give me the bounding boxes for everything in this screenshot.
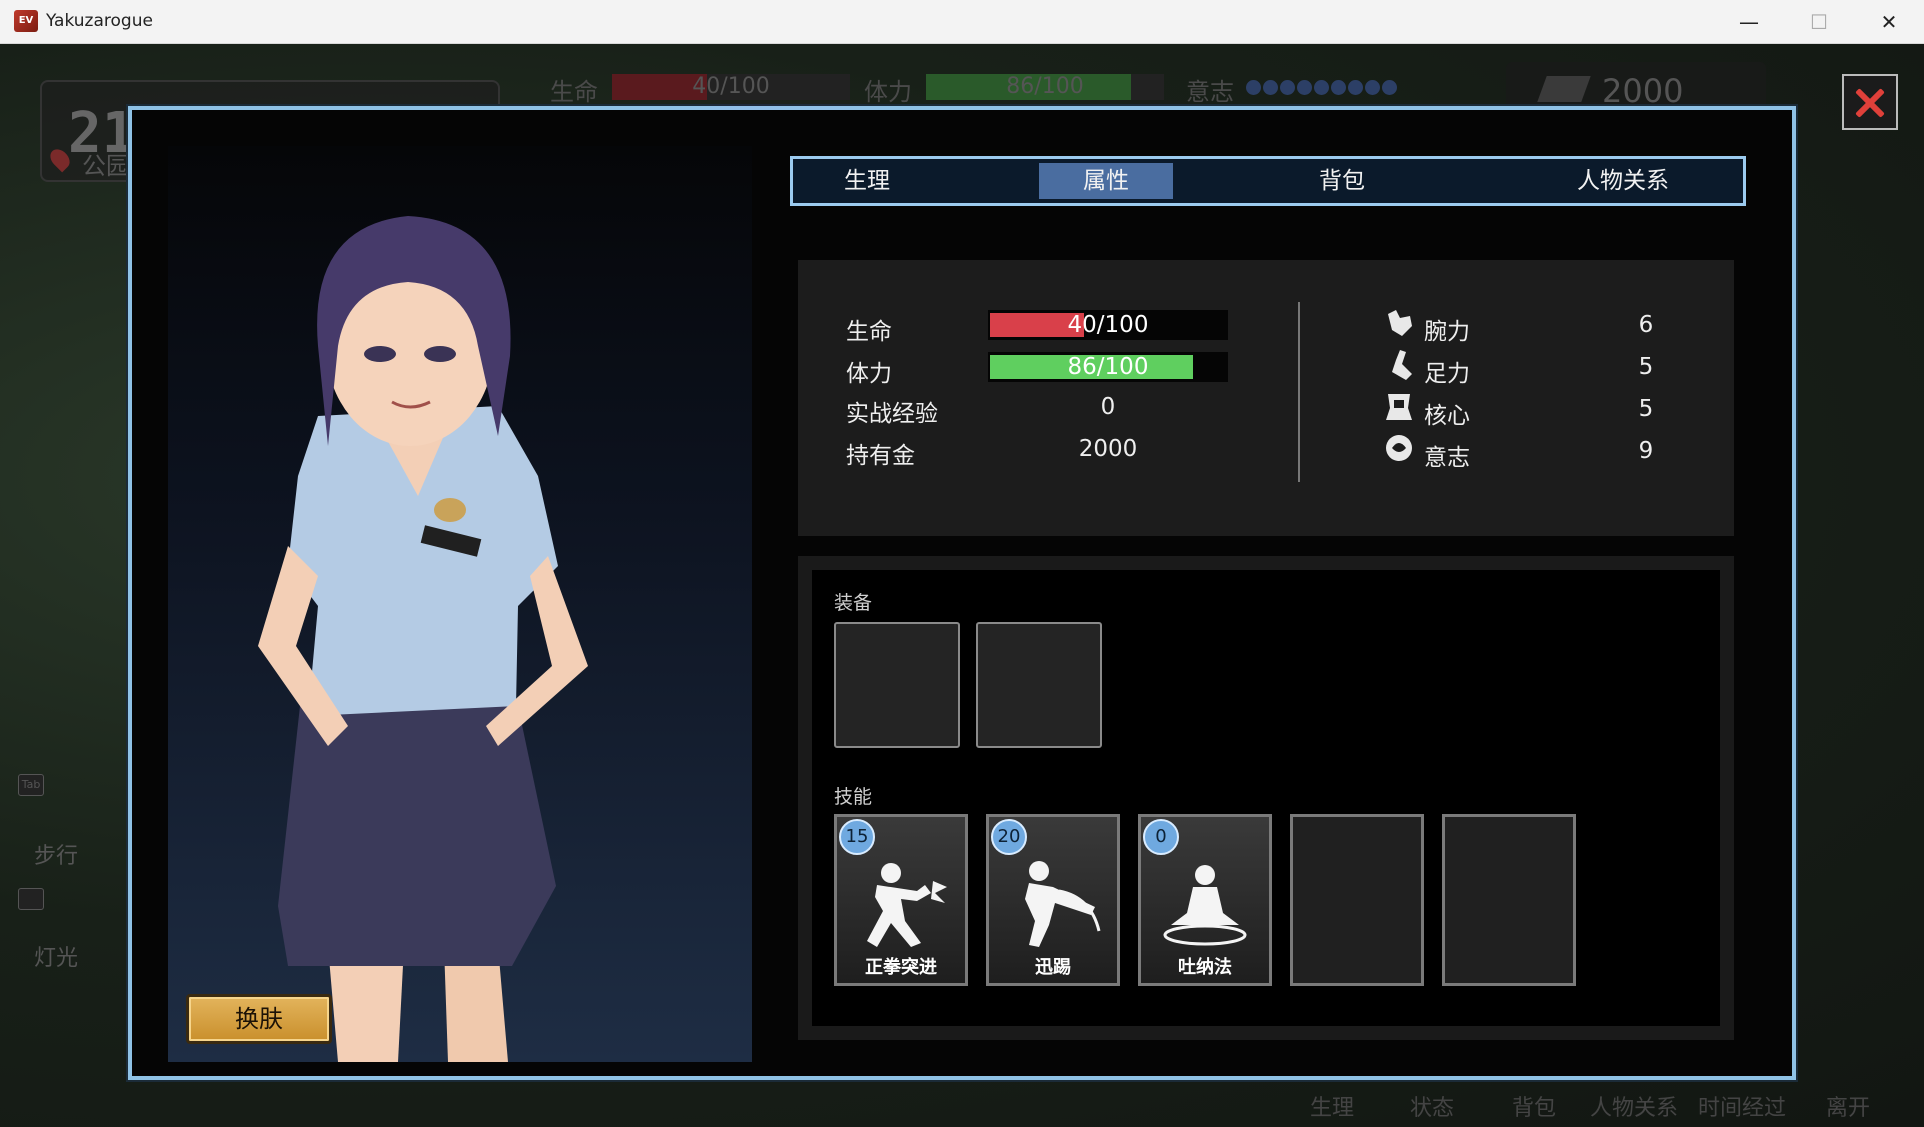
skill-cost-badge: 0 bbox=[1143, 819, 1179, 855]
equipment-label: 装备 bbox=[834, 592, 873, 614]
portrait-eye-left bbox=[364, 346, 396, 362]
equipment-skills-inner: 装备 技能 15 正拳突进 20 迅踢 0 吐纳法 bbox=[812, 570, 1720, 1026]
change-skin-button[interactable]: 换肤 bbox=[186, 994, 332, 1044]
skill-slot-empty-4[interactable] bbox=[1290, 814, 1424, 986]
equipment-skills-panel: 装备 技能 15 正拳突进 20 迅踢 0 吐纳法 bbox=[798, 556, 1734, 1040]
stamina-bar: 86/100 bbox=[988, 352, 1228, 382]
tab-bag[interactable]: 背包 bbox=[1267, 163, 1417, 199]
bottom-menu-time-pass[interactable]: 时间经过 bbox=[1698, 1090, 1786, 1122]
core-value: 5 bbox=[1638, 396, 1654, 422]
walk-button[interactable]: 步行 bbox=[34, 838, 78, 870]
hud-life-value: 40/100 bbox=[692, 74, 770, 99]
portrait-eye-right bbox=[424, 346, 456, 362]
arm-strength-label: 腕力 bbox=[1424, 319, 1470, 345]
skill-name: 迅踢 bbox=[1035, 957, 1071, 978]
bottom-menu-physiology[interactable]: 生理 bbox=[1310, 1090, 1354, 1122]
window-close-button[interactable]: ✕ bbox=[1854, 0, 1924, 44]
skills-label: 技能 bbox=[834, 786, 873, 808]
will-dot bbox=[1365, 80, 1380, 95]
skill-cost-badge: 15 bbox=[839, 819, 875, 855]
stats-divider bbox=[1298, 302, 1300, 482]
willpower-label: 意志 bbox=[1424, 445, 1470, 471]
portrait-skirt bbox=[278, 706, 556, 966]
stats-panel: 生命 40/100 体力 86/100 实战经验 0 持有金 2000 腕力 6… bbox=[798, 260, 1734, 536]
skill-cost-badge: 20 bbox=[991, 819, 1027, 855]
character-portrait bbox=[258, 216, 588, 1062]
combat-exp-label: 实战经验 bbox=[846, 401, 938, 427]
skill-slot-punch-dash[interactable]: 15 正拳突进 bbox=[834, 814, 968, 986]
combat-exp-value: 0 bbox=[1100, 394, 1116, 420]
arm-strength-value: 6 bbox=[1638, 312, 1654, 338]
will-dot bbox=[1314, 80, 1329, 95]
willpower-icon bbox=[1386, 435, 1412, 461]
arm-strength-icon bbox=[1388, 310, 1412, 336]
tab-relationships[interactable]: 人物关系 bbox=[1533, 163, 1713, 199]
will-dot bbox=[1297, 80, 1312, 95]
skill-slot-breathing[interactable]: 0 吐纳法 bbox=[1138, 814, 1272, 986]
will-dot bbox=[1331, 80, 1346, 95]
cash-icon bbox=[1537, 76, 1591, 102]
money-label: 持有金 bbox=[846, 443, 915, 469]
life-bar: 40/100 bbox=[988, 310, 1228, 340]
leg-strength-label: 足力 bbox=[1424, 361, 1470, 387]
character-panel: 换肤 生理 属性 背包 人物关系 生命 40/100 体力 86/100 实战经… bbox=[128, 106, 1796, 1080]
portrait-badge bbox=[434, 498, 466, 522]
skill-slot-empty-5[interactable] bbox=[1442, 814, 1576, 986]
panel-tab-bar: 生理 属性 背包 人物关系 bbox=[790, 156, 1746, 206]
tab-attributes[interactable]: 属性 bbox=[1039, 163, 1173, 199]
will-dot bbox=[1280, 80, 1295, 95]
bottom-menu-bag[interactable]: 背包 bbox=[1512, 1090, 1556, 1122]
quick-kick-icon bbox=[1025, 861, 1101, 947]
will-dot bbox=[1246, 80, 1261, 95]
bottom-menu-relations[interactable]: 人物关系 bbox=[1590, 1090, 1678, 1122]
minimize-button[interactable]: — bbox=[1714, 0, 1784, 44]
hud-will-dots bbox=[1246, 80, 1399, 99]
skill-name: 吐纳法 bbox=[1178, 957, 1232, 978]
stamina-value: 86/100 bbox=[1067, 354, 1149, 380]
close-panel-button[interactable] bbox=[1842, 74, 1898, 130]
hud-life-label: 生命 bbox=[550, 78, 598, 106]
will-dot bbox=[1263, 80, 1278, 95]
stamina-label: 体力 bbox=[846, 361, 892, 387]
equipment-slot-2[interactable] bbox=[976, 622, 1102, 748]
window-title: Yakuzarogue bbox=[46, 11, 153, 31]
app-icon: EV bbox=[14, 10, 38, 32]
breathing-icon bbox=[1163, 865, 1247, 946]
hud-location: 公园 bbox=[82, 152, 130, 180]
tab-physiology[interactable]: 生理 bbox=[797, 163, 937, 199]
equipment-slot-1[interactable] bbox=[834, 622, 960, 748]
willpower-value: 9 bbox=[1638, 438, 1654, 464]
leg-strength-value: 5 bbox=[1638, 354, 1654, 380]
money-value: 2000 bbox=[1078, 436, 1138, 462]
light-key-hint bbox=[18, 888, 44, 910]
punch-dash-icon bbox=[867, 863, 947, 947]
bottom-menu-status[interactable]: 状态 bbox=[1410, 1090, 1454, 1122]
hud-life-bar: 40/100 bbox=[612, 74, 850, 100]
core-icon bbox=[1386, 394, 1412, 420]
window-titlebar: EV Yakuzarogue — ☐ ✕ bbox=[0, 0, 1924, 44]
hud-money-value: 2000 bbox=[1602, 72, 1684, 110]
hud-stamina-bar: 86/100 bbox=[926, 74, 1164, 100]
tab-key-hint: Tab bbox=[18, 774, 44, 796]
hud-stamina-label: 体力 bbox=[864, 78, 912, 106]
core-label: 核心 bbox=[1424, 403, 1470, 429]
maximize-button[interactable]: ☐ bbox=[1784, 0, 1854, 44]
bottom-menu-leave[interactable]: 离开 bbox=[1826, 1090, 1870, 1122]
life-label: 生命 bbox=[846, 319, 892, 345]
leg-strength-icon bbox=[1392, 350, 1412, 380]
skill-name: 正拳突进 bbox=[865, 957, 937, 978]
hud-will-label: 意志 bbox=[1186, 78, 1234, 106]
hud-stamina-value: 86/100 bbox=[1006, 74, 1084, 99]
life-value: 40/100 bbox=[1067, 312, 1149, 338]
skill-slot-quick-kick[interactable]: 20 迅踢 bbox=[986, 814, 1120, 986]
light-button[interactable]: 灯光 bbox=[34, 940, 78, 972]
will-dot bbox=[1348, 80, 1363, 95]
will-dot bbox=[1382, 80, 1397, 95]
